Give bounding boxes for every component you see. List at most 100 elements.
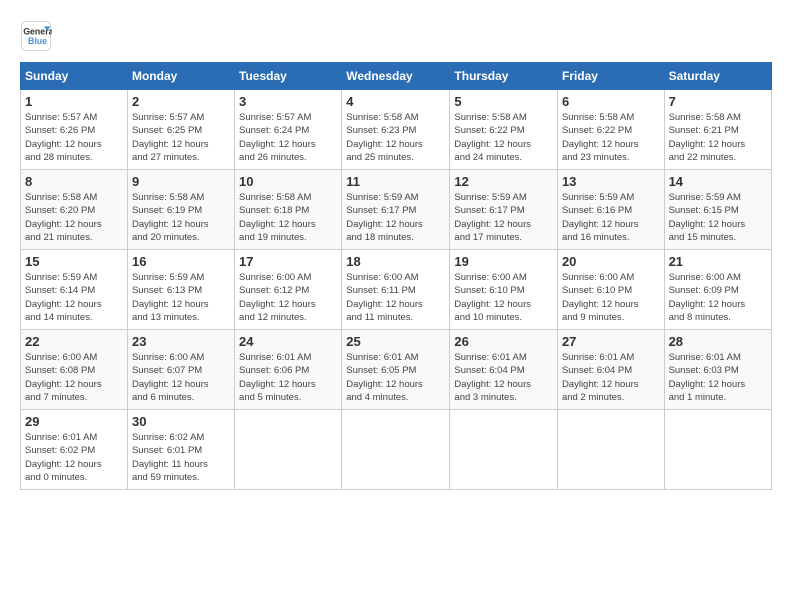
logo-icon: General Blue <box>20 20 52 52</box>
day-info: Sunrise: 6:00 AMSunset: 6:07 PMDaylight:… <box>132 352 209 403</box>
day-info: Sunrise: 5:59 AMSunset: 6:16 PMDaylight:… <box>562 192 639 243</box>
week-row-3: 15 Sunrise: 5:59 AMSunset: 6:14 PMDaylig… <box>21 250 772 330</box>
day-cell: 3 Sunrise: 5:57 AMSunset: 6:24 PMDayligh… <box>235 90 342 170</box>
day-cell: 5 Sunrise: 5:58 AMSunset: 6:22 PMDayligh… <box>450 90 558 170</box>
day-info: Sunrise: 6:01 AMSunset: 6:02 PMDaylight:… <box>25 432 102 483</box>
day-info: Sunrise: 6:00 AMSunset: 6:10 PMDaylight:… <box>562 272 639 323</box>
day-number: 8 <box>25 174 123 189</box>
day-info: Sunrise: 6:00 AMSunset: 6:12 PMDaylight:… <box>239 272 316 323</box>
day-cell <box>557 410 664 490</box>
day-number: 2 <box>132 94 230 109</box>
day-number: 20 <box>562 254 660 269</box>
day-info: Sunrise: 5:58 AMSunset: 6:19 PMDaylight:… <box>132 192 209 243</box>
day-number: 23 <box>132 334 230 349</box>
day-cell: 20 Sunrise: 6:00 AMSunset: 6:10 PMDaylig… <box>557 250 664 330</box>
column-header-thursday: Thursday <box>450 63 558 90</box>
column-header-saturday: Saturday <box>664 63 771 90</box>
day-cell: 29 Sunrise: 6:01 AMSunset: 6:02 PMDaylig… <box>21 410 128 490</box>
day-info: Sunrise: 5:57 AMSunset: 6:26 PMDaylight:… <box>25 112 102 163</box>
day-cell: 10 Sunrise: 5:58 AMSunset: 6:18 PMDaylig… <box>235 170 342 250</box>
day-cell: 12 Sunrise: 5:59 AMSunset: 6:17 PMDaylig… <box>450 170 558 250</box>
day-info: Sunrise: 5:57 AMSunset: 6:24 PMDaylight:… <box>239 112 316 163</box>
day-cell: 18 Sunrise: 6:00 AMSunset: 6:11 PMDaylig… <box>342 250 450 330</box>
header: General Blue <box>20 20 772 52</box>
day-info: Sunrise: 6:01 AMSunset: 6:03 PMDaylight:… <box>669 352 746 403</box>
week-row-4: 22 Sunrise: 6:00 AMSunset: 6:08 PMDaylig… <box>21 330 772 410</box>
day-cell <box>450 410 558 490</box>
day-info: Sunrise: 5:59 AMSunset: 6:17 PMDaylight:… <box>346 192 423 243</box>
day-info: Sunrise: 6:01 AMSunset: 6:04 PMDaylight:… <box>562 352 639 403</box>
column-header-tuesday: Tuesday <box>235 63 342 90</box>
day-number: 6 <box>562 94 660 109</box>
day-number: 24 <box>239 334 337 349</box>
week-row-2: 8 Sunrise: 5:58 AMSunset: 6:20 PMDayligh… <box>21 170 772 250</box>
day-number: 29 <box>25 414 123 429</box>
day-cell: 6 Sunrise: 5:58 AMSunset: 6:22 PMDayligh… <box>557 90 664 170</box>
day-cell: 2 Sunrise: 5:57 AMSunset: 6:25 PMDayligh… <box>127 90 234 170</box>
day-number: 10 <box>239 174 337 189</box>
day-cell <box>235 410 342 490</box>
day-number: 7 <box>669 94 767 109</box>
column-header-friday: Friday <box>557 63 664 90</box>
day-cell: 7 Sunrise: 5:58 AMSunset: 6:21 PMDayligh… <box>664 90 771 170</box>
day-cell: 13 Sunrise: 5:59 AMSunset: 6:16 PMDaylig… <box>557 170 664 250</box>
day-cell: 16 Sunrise: 5:59 AMSunset: 6:13 PMDaylig… <box>127 250 234 330</box>
day-info: Sunrise: 5:58 AMSunset: 6:20 PMDaylight:… <box>25 192 102 243</box>
day-number: 19 <box>454 254 553 269</box>
day-number: 4 <box>346 94 445 109</box>
day-cell: 14 Sunrise: 5:59 AMSunset: 6:15 PMDaylig… <box>664 170 771 250</box>
day-info: Sunrise: 6:00 AMSunset: 6:11 PMDaylight:… <box>346 272 423 323</box>
day-cell <box>664 410 771 490</box>
day-number: 3 <box>239 94 337 109</box>
day-info: Sunrise: 5:57 AMSunset: 6:25 PMDaylight:… <box>132 112 209 163</box>
day-cell: 24 Sunrise: 6:01 AMSunset: 6:06 PMDaylig… <box>235 330 342 410</box>
day-cell: 21 Sunrise: 6:00 AMSunset: 6:09 PMDaylig… <box>664 250 771 330</box>
day-info: Sunrise: 5:58 AMSunset: 6:18 PMDaylight:… <box>239 192 316 243</box>
day-cell: 11 Sunrise: 5:59 AMSunset: 6:17 PMDaylig… <box>342 170 450 250</box>
day-number: 1 <box>25 94 123 109</box>
day-number: 15 <box>25 254 123 269</box>
day-number: 9 <box>132 174 230 189</box>
day-number: 12 <box>454 174 553 189</box>
svg-text:Blue: Blue <box>28 36 47 46</box>
day-cell: 27 Sunrise: 6:01 AMSunset: 6:04 PMDaylig… <box>557 330 664 410</box>
day-number: 5 <box>454 94 553 109</box>
day-number: 18 <box>346 254 445 269</box>
day-number: 27 <box>562 334 660 349</box>
day-cell: 23 Sunrise: 6:00 AMSunset: 6:07 PMDaylig… <box>127 330 234 410</box>
day-number: 30 <box>132 414 230 429</box>
day-number: 22 <box>25 334 123 349</box>
day-info: Sunrise: 6:01 AMSunset: 6:06 PMDaylight:… <box>239 352 316 403</box>
day-cell: 30 Sunrise: 6:02 AMSunset: 6:01 PMDaylig… <box>127 410 234 490</box>
day-cell: 8 Sunrise: 5:58 AMSunset: 6:20 PMDayligh… <box>21 170 128 250</box>
column-header-sunday: Sunday <box>21 63 128 90</box>
day-info: Sunrise: 5:59 AMSunset: 6:14 PMDaylight:… <box>25 272 102 323</box>
day-cell: 26 Sunrise: 6:01 AMSunset: 6:04 PMDaylig… <box>450 330 558 410</box>
day-info: Sunrise: 6:02 AMSunset: 6:01 PMDaylight:… <box>132 432 208 483</box>
day-info: Sunrise: 5:59 AMSunset: 6:17 PMDaylight:… <box>454 192 531 243</box>
day-cell: 25 Sunrise: 6:01 AMSunset: 6:05 PMDaylig… <box>342 330 450 410</box>
day-cell: 1 Sunrise: 5:57 AMSunset: 6:26 PMDayligh… <box>21 90 128 170</box>
day-number: 25 <box>346 334 445 349</box>
day-number: 21 <box>669 254 767 269</box>
day-number: 14 <box>669 174 767 189</box>
day-cell: 22 Sunrise: 6:00 AMSunset: 6:08 PMDaylig… <box>21 330 128 410</box>
day-number: 16 <box>132 254 230 269</box>
day-info: Sunrise: 5:58 AMSunset: 6:22 PMDaylight:… <box>562 112 639 163</box>
day-number: 28 <box>669 334 767 349</box>
week-row-5: 29 Sunrise: 6:01 AMSunset: 6:02 PMDaylig… <box>21 410 772 490</box>
day-cell: 4 Sunrise: 5:58 AMSunset: 6:23 PMDayligh… <box>342 90 450 170</box>
header-row: SundayMondayTuesdayWednesdayThursdayFrid… <box>21 63 772 90</box>
column-header-monday: Monday <box>127 63 234 90</box>
day-number: 26 <box>454 334 553 349</box>
day-info: Sunrise: 5:59 AMSunset: 6:15 PMDaylight:… <box>669 192 746 243</box>
logo: General Blue <box>20 20 52 52</box>
day-info: Sunrise: 5:59 AMSunset: 6:13 PMDaylight:… <box>132 272 209 323</box>
day-cell: 28 Sunrise: 6:01 AMSunset: 6:03 PMDaylig… <box>664 330 771 410</box>
day-cell: 19 Sunrise: 6:00 AMSunset: 6:10 PMDaylig… <box>450 250 558 330</box>
column-header-wednesday: Wednesday <box>342 63 450 90</box>
day-info: Sunrise: 5:58 AMSunset: 6:21 PMDaylight:… <box>669 112 746 163</box>
day-cell: 15 Sunrise: 5:59 AMSunset: 6:14 PMDaylig… <box>21 250 128 330</box>
day-cell: 9 Sunrise: 5:58 AMSunset: 6:19 PMDayligh… <box>127 170 234 250</box>
day-info: Sunrise: 6:01 AMSunset: 6:04 PMDaylight:… <box>454 352 531 403</box>
